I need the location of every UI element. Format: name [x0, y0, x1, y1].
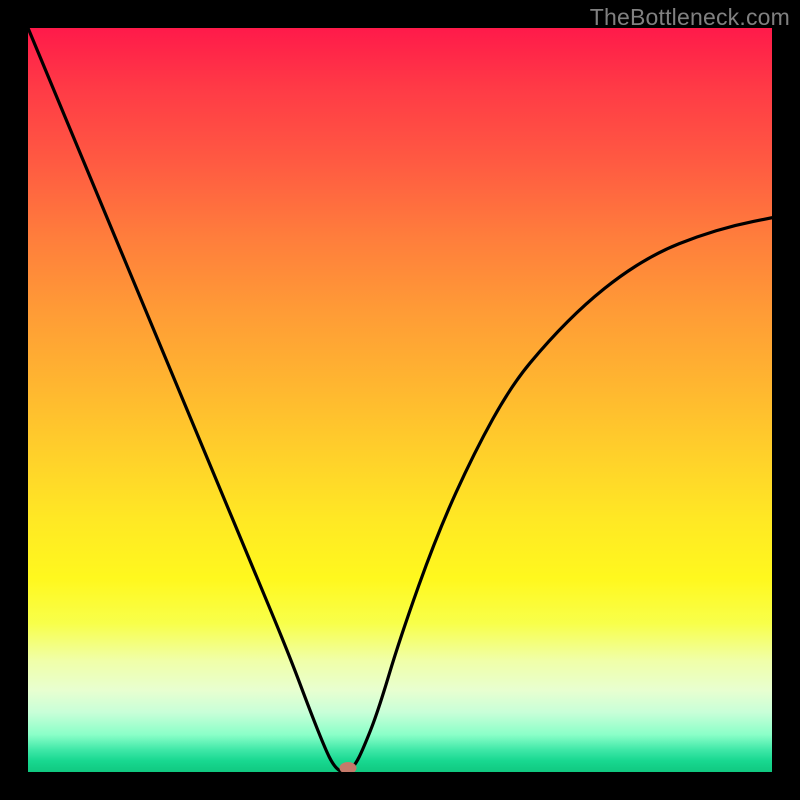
minimum-marker — [339, 762, 356, 772]
chart-frame: TheBottleneck.com — [0, 0, 800, 800]
watermark-text: TheBottleneck.com — [590, 4, 790, 31]
bottleneck-curve — [28, 28, 772, 772]
chart-svg — [28, 28, 772, 772]
plot-area — [28, 28, 772, 772]
